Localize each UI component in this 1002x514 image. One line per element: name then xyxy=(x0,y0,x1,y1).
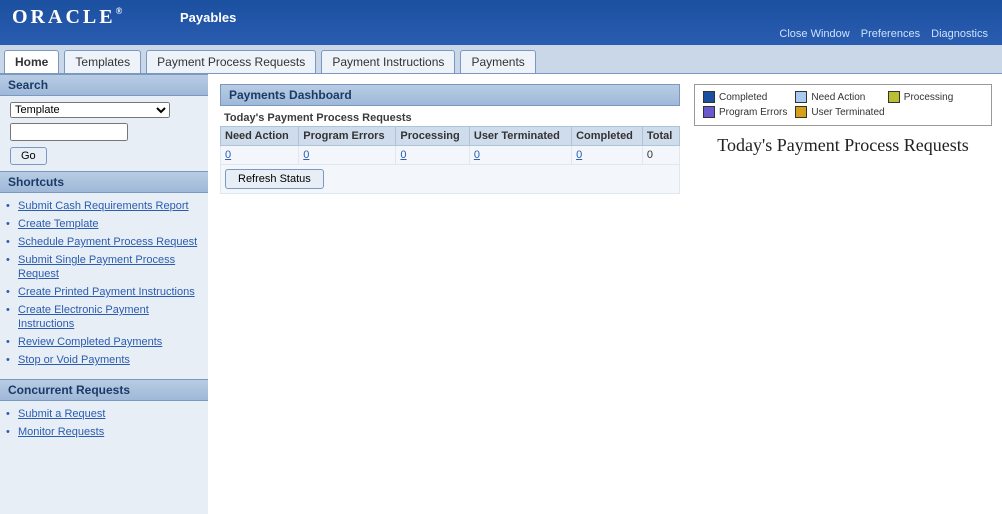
search-input[interactable] xyxy=(10,123,128,141)
col-need-action: Need Action xyxy=(221,127,299,146)
close-window-link[interactable]: Close Window xyxy=(779,28,849,40)
chart-panel: Completed Need Action Processing Program Er… xyxy=(680,84,992,156)
tab-bar: Home Templates Payment Process Requests … xyxy=(0,45,1002,74)
col-program-errors: Program Errors xyxy=(299,127,396,146)
legend-item: Need Action xyxy=(795,91,887,103)
legend-swatch xyxy=(795,106,807,118)
preferences-link[interactable]: Preferences xyxy=(861,28,920,40)
dashboard-subtitle: Today's Payment Process Requests xyxy=(220,106,680,126)
legend-item: Program Errors xyxy=(703,106,795,118)
col-user-terminated: User Terminated xyxy=(469,127,571,146)
chart-title: Today's Payment Process Requests xyxy=(694,134,992,156)
processing-count[interactable]: 0 xyxy=(400,149,406,161)
dashboard-panel: Payments Dashboard Today's Payment Proce… xyxy=(220,84,680,194)
diagnostics-link[interactable]: Diagnostics xyxy=(931,28,988,40)
shortcut-link[interactable]: Create Electronic Payment Instructions xyxy=(18,304,149,330)
tab-home[interactable]: Home xyxy=(4,50,59,73)
table-row: 0 0 0 0 0 0 xyxy=(221,146,680,165)
total-count: 0 xyxy=(647,149,653,161)
legend-item: Processing xyxy=(888,91,980,103)
shortcut-link[interactable]: Schedule Payment Process Request xyxy=(18,236,197,248)
shortcut-link[interactable]: Create Template xyxy=(18,218,99,230)
legend-swatch xyxy=(888,91,900,103)
search-type-select[interactable]: Template xyxy=(10,102,170,118)
app-header: ORACLE® Payables Close Window Preference… xyxy=(0,0,1002,45)
app-title: Payables xyxy=(180,10,236,25)
oracle-logo: ORACLE® xyxy=(12,6,122,29)
legend-swatch xyxy=(703,91,715,103)
completed-count[interactable]: 0 xyxy=(576,149,582,161)
legend-label: Need Action xyxy=(811,92,865,103)
concurrent-requests-header: Concurrent Requests xyxy=(0,379,208,401)
submit-request-link[interactable]: Submit a Request xyxy=(18,408,105,420)
search-header: Search xyxy=(0,74,208,96)
concurrent-list: Submit a Request Monitor Requests xyxy=(0,405,208,441)
top-links: Close Window Preferences Diagnostics xyxy=(775,28,992,40)
col-total: Total xyxy=(642,127,679,146)
user-terminated-count[interactable]: 0 xyxy=(474,149,480,161)
search-go-button[interactable]: Go xyxy=(10,147,47,165)
shortcuts-header: Shortcuts xyxy=(0,171,208,193)
sidebar: Search Template Go Shortcuts Submit Cash… xyxy=(0,74,208,514)
requests-table: Need Action Program Errors Processing Us… xyxy=(220,126,680,165)
shortcut-link[interactable]: Stop or Void Payments xyxy=(18,354,130,366)
shortcut-link[interactable]: Review Completed Payments xyxy=(18,336,162,348)
refresh-status-button[interactable]: Refresh Status xyxy=(225,169,324,189)
program-errors-count[interactable]: 0 xyxy=(303,149,309,161)
col-processing: Processing xyxy=(396,127,469,146)
shortcuts-list: Submit Cash Requirements Report Create T… xyxy=(0,197,208,369)
tab-templates[interactable]: Templates xyxy=(64,50,141,73)
need-action-count[interactable]: 0 xyxy=(225,149,231,161)
legend-label: Processing xyxy=(904,92,953,103)
chart-legend: Completed Need Action Processing Program Er… xyxy=(694,84,992,126)
shortcut-link[interactable]: Submit Single Payment Process Request xyxy=(18,254,175,280)
legend-swatch xyxy=(703,106,715,118)
dashboard-title: Payments Dashboard xyxy=(220,84,680,106)
shortcut-link[interactable]: Submit Cash Requirements Report xyxy=(18,200,189,212)
legend-swatch xyxy=(795,91,807,103)
legend-item: Completed xyxy=(703,91,795,103)
shortcut-link[interactable]: Create Printed Payment Instructions xyxy=(18,286,195,298)
tab-payments[interactable]: Payments xyxy=(460,50,535,73)
legend-label: User Terminated xyxy=(811,107,884,118)
legend-item: User Terminated xyxy=(795,106,887,118)
legend-label: Program Errors xyxy=(719,107,787,118)
legend-label: Completed xyxy=(719,92,767,103)
monitor-requests-link[interactable]: Monitor Requests xyxy=(18,426,104,438)
col-completed: Completed xyxy=(572,127,643,146)
tab-payment-instructions[interactable]: Payment Instructions xyxy=(321,50,455,73)
tab-payment-process-requests[interactable]: Payment Process Requests xyxy=(146,50,316,73)
